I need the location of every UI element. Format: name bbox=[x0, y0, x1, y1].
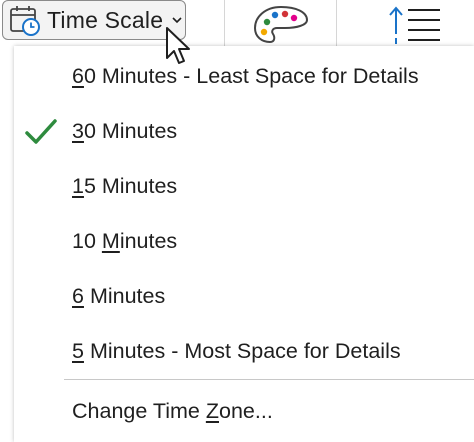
menu-separator bbox=[64, 379, 474, 380]
calendar-clock-icon bbox=[10, 6, 40, 36]
menu-item-label: 5 Minutes - Most Space for Details bbox=[72, 339, 401, 363]
checkmark-icon bbox=[25, 118, 57, 144]
ribbon-divider bbox=[336, 0, 337, 46]
menu-item-30-minutes[interactable]: 30 Minutes bbox=[14, 104, 474, 159]
menu-item-change-time-zone[interactable]: Change Time Zone... bbox=[14, 384, 474, 439]
palette-icon[interactable] bbox=[252, 4, 310, 44]
menu-item-label: Change Time Zone... bbox=[72, 399, 273, 423]
menu-item-6-minutes[interactable]: 6 Minutes bbox=[14, 269, 474, 324]
mouse-pointer-icon bbox=[166, 27, 190, 64]
outlook-time-scale-dropdown: Time Scale 60 Minutes - Least Space for … bbox=[0, 0, 474, 442]
time-scale-button[interactable]: Time Scale bbox=[2, 0, 186, 40]
menu-item-5-minutes[interactable]: 5 Minutes - Most Space for Details bbox=[14, 324, 474, 379]
chevron-down-icon bbox=[172, 17, 182, 24]
menu-item-label: 30 Minutes bbox=[72, 119, 178, 143]
ribbon-strip: Time Scale bbox=[0, 0, 474, 48]
time-scale-menu: 60 Minutes - Least Space for Details 30 … bbox=[14, 46, 474, 442]
menu-item-label: 60 Minutes - Least Space for Details bbox=[72, 64, 419, 88]
menu-item-label: 15 Minutes bbox=[72, 174, 178, 198]
menu-item-label: 10 Minutes bbox=[72, 229, 178, 253]
menu-item-10-minutes[interactable]: 10 Minutes bbox=[14, 214, 474, 269]
line-spacing-icon[interactable] bbox=[384, 4, 444, 46]
time-scale-label: Time Scale bbox=[47, 6, 164, 33]
menu-item-60-minutes[interactable]: 60 Minutes - Least Space for Details bbox=[14, 49, 474, 104]
menu-item-label: 6 Minutes bbox=[72, 284, 166, 308]
ribbon-divider bbox=[224, 0, 225, 46]
menu-item-15-minutes[interactable]: 15 Minutes bbox=[14, 159, 474, 214]
